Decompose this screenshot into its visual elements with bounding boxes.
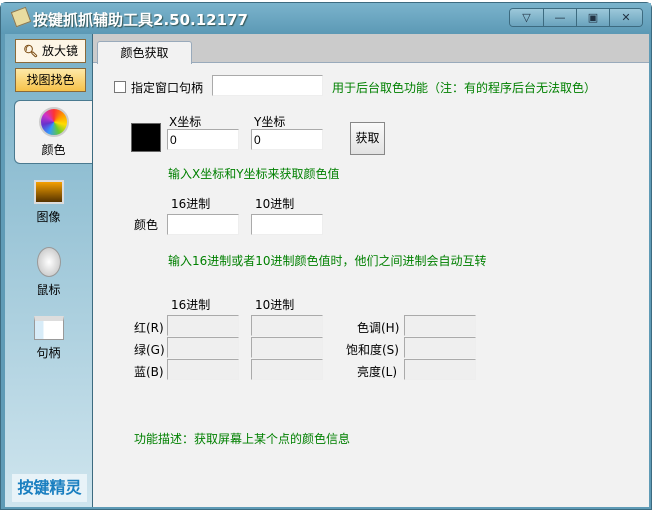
magnifier-button[interactable]: 🔍︎ 放大镜 <box>15 39 86 63</box>
saturation-label: 饱和度(S) <box>346 343 399 357</box>
rgb-hex-label: 16进制 <box>171 298 211 312</box>
lightness-label: 亮度(L) <box>357 365 398 379</box>
hex-color-input[interactable] <box>167 214 239 235</box>
sidebar-item-label: 图像 <box>36 210 61 224</box>
mouse-icon <box>36 247 61 277</box>
app-window: 按键抓抓辅助工具2.50.12177 ▽ — ▣ ✕ 🔍︎ 放大镜 找图找色 颜… <box>0 2 652 510</box>
sidebar-item-mouse[interactable]: 鼠标 <box>5 247 92 298</box>
hue-label: 色调(H) <box>357 321 400 335</box>
sidebar-item-label: 句柄 <box>36 346 61 360</box>
blue-hex-field <box>167 359 239 380</box>
red-dec-field <box>251 315 323 336</box>
tab-color-pick[interactable]: 颜色获取 <box>97 41 192 64</box>
color-swatch <box>131 123 161 152</box>
sidebar-item-label: 鼠标 <box>36 283 61 297</box>
minimize-button[interactable]: — <box>543 9 576 26</box>
green-dec-field <box>251 337 323 358</box>
dec-label: 10进制 <box>255 197 295 211</box>
red-label: 红(R) <box>134 321 164 335</box>
red-hex-field <box>167 315 239 336</box>
color-hint: 输入16进制或者10进制颜色值时，他们之间进制会自动互转 <box>168 254 487 268</box>
sidebar: 🔍︎ 放大镜 找图找色 颜色 图像 鼠标 句柄 按键精灵 <box>5 34 92 507</box>
window-title: 按键抓抓辅助工具2.50.12177 <box>33 11 248 29</box>
main-panel: 颜色获取 指定窗口句柄 用于后台取色功能（注：有的程序后台无法取色） X坐标 Y… <box>92 34 649 507</box>
sidebar-item-handle[interactable]: 句柄 <box>5 316 92 361</box>
handle-checkbox[interactable] <box>114 81 126 93</box>
function-description: 功能描述：获取屏幕上某个点的颜色信息 <box>134 432 351 446</box>
rgb-dec-label: 10进制 <box>255 298 295 312</box>
green-label: 绿(G) <box>134 343 165 357</box>
blue-dec-field <box>251 359 323 380</box>
lightness-field <box>404 359 476 380</box>
hue-field <box>404 315 476 336</box>
sidebar-item-color[interactable]: 颜色 <box>14 100 92 164</box>
search-icon: 🔍︎ <box>22 44 39 58</box>
y-label: Y坐标 <box>254 115 286 129</box>
coords-hint: 输入X坐标和Y坐标来获取颜色值 <box>168 167 340 181</box>
x-label: X坐标 <box>169 115 202 129</box>
handle-checkbox-label: 指定窗口句柄 <box>131 81 204 95</box>
close-button[interactable]: ✕ <box>609 9 642 26</box>
color-label: 颜色 <box>134 218 159 232</box>
color-wheel-icon <box>38 107 69 137</box>
magnifier-label: 放大镜 <box>42 44 79 58</box>
find-image-color-button[interactable]: 找图找色 <box>15 68 86 92</box>
title-bar: 按键抓抓辅助工具2.50.12177 ▽ — ▣ ✕ <box>1 3 651 34</box>
image-icon <box>33 180 64 204</box>
maximize-button[interactable]: ▣ <box>576 9 609 26</box>
x-input[interactable] <box>167 129 239 150</box>
y-input[interactable] <box>251 129 323 150</box>
hex-label: 16进制 <box>171 197 211 211</box>
blue-label: 蓝(B) <box>134 365 164 379</box>
get-button[interactable]: 获取 <box>350 122 385 155</box>
window-icon <box>33 316 64 340</box>
menu-dropdown-button[interactable]: ▽ <box>510 9 543 26</box>
logo: 按键精灵 <box>12 474 87 502</box>
dec-color-input[interactable] <box>251 214 323 235</box>
sidebar-item-label: 颜色 <box>41 143 66 157</box>
sidebar-item-image[interactable]: 图像 <box>5 180 92 225</box>
handle-note: 用于后台取色功能（注：有的程序后台无法取色） <box>332 81 597 95</box>
saturation-field <box>404 337 476 358</box>
green-hex-field <box>167 337 239 358</box>
app-icon <box>10 6 32 28</box>
handle-input[interactable] <box>212 75 323 96</box>
